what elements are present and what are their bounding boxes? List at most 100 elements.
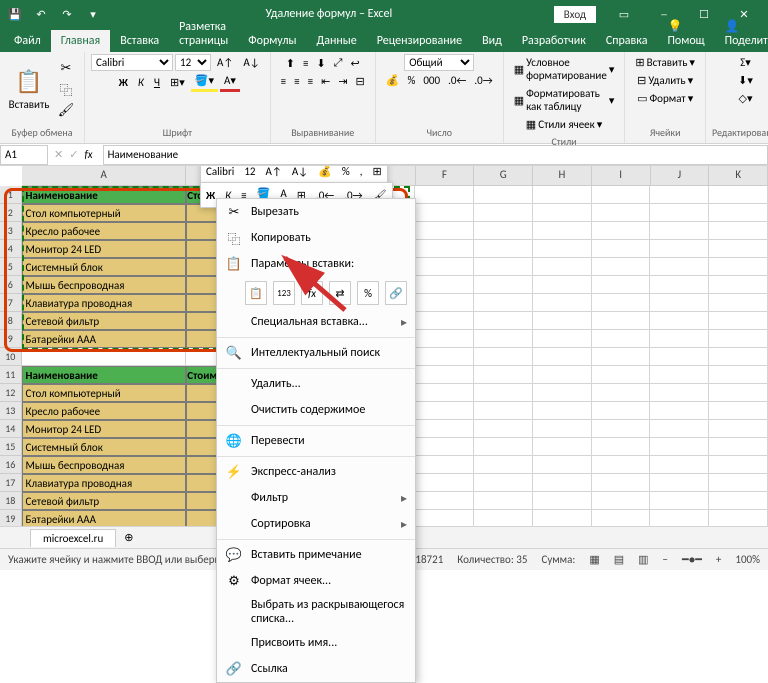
- format-table-button[interactable]: ▦ Форматировать как таблицу ▾: [510, 85, 619, 115]
- cell[interactable]: [415, 186, 474, 204]
- cell[interactable]: [709, 438, 768, 456]
- row-header[interactable]: 5: [0, 258, 22, 276]
- cell[interactable]: [592, 258, 651, 276]
- cell[interactable]: [709, 294, 768, 312]
- comma-icon[interactable]: 000: [419, 72, 444, 89]
- align-center-icon[interactable]: ≡: [290, 73, 303, 90]
- qat-dropdown-icon[interactable]: ▾: [82, 3, 104, 25]
- format-cells-button[interactable]: ▭ Формат ▾: [633, 90, 697, 107]
- tab-review[interactable]: Рецензирование: [367, 30, 472, 52]
- cell[interactable]: [592, 204, 651, 222]
- cell[interactable]: Системный блок: [22, 258, 186, 276]
- cell[interactable]: [592, 186, 651, 204]
- cell[interactable]: [474, 240, 533, 258]
- cell[interactable]: [709, 474, 768, 492]
- new-sheet-icon[interactable]: ⊕: [116, 531, 141, 544]
- cell[interactable]: [533, 294, 592, 312]
- paste-values-button[interactable]: 123: [273, 281, 295, 305]
- col-header[interactable]: A: [22, 166, 186, 185]
- row-header[interactable]: 12: [0, 384, 22, 402]
- row-header[interactable]: 7: [0, 294, 22, 312]
- row-header[interactable]: 6: [0, 276, 22, 294]
- ctx-copy[interactable]: ⿻Копировать: [217, 225, 415, 251]
- cut-button[interactable]: ✂: [54, 58, 78, 78]
- cell[interactable]: Кресло рабочее: [22, 222, 186, 240]
- cond-format-button[interactable]: ▦ Условное форматирование ▾: [510, 54, 619, 84]
- row-header[interactable]: 4: [0, 240, 22, 258]
- cell[interactable]: [592, 348, 651, 366]
- ctx-paste-special[interactable]: Специальная вставка...▸: [217, 309, 415, 335]
- fx-cancel-icon[interactable]: ✕: [48, 148, 69, 161]
- paste-transpose-button[interactable]: ⇄: [329, 281, 351, 305]
- cell[interactable]: [650, 330, 709, 348]
- tab-view[interactable]: Вид: [472, 30, 512, 52]
- cell[interactable]: [533, 384, 592, 402]
- cell[interactable]: [474, 366, 533, 384]
- cell[interactable]: [592, 276, 651, 294]
- cell[interactable]: [592, 402, 651, 420]
- cell[interactable]: [650, 240, 709, 258]
- paste-button[interactable]: 📋 Вставить: [6, 55, 52, 123]
- undo-icon[interactable]: ↶: [30, 3, 52, 25]
- cell[interactable]: [650, 384, 709, 402]
- login-button[interactable]: Вход: [554, 6, 596, 23]
- grow-font-icon[interactable]: A↑: [213, 54, 237, 71]
- cell[interactable]: [650, 186, 709, 204]
- shrink-font-icon[interactable]: A↓: [239, 54, 263, 71]
- cell[interactable]: [592, 366, 651, 384]
- cell[interactable]: [533, 348, 592, 366]
- mt-currency-icon[interactable]: 💰: [315, 166, 335, 180]
- currency-icon[interactable]: 💰: [382, 72, 404, 89]
- cell[interactable]: [709, 384, 768, 402]
- cell[interactable]: [474, 294, 533, 312]
- cell[interactable]: [592, 420, 651, 438]
- cell[interactable]: [474, 474, 533, 492]
- row-header[interactable]: 8: [0, 312, 22, 330]
- col-header[interactable]: I: [592, 166, 651, 185]
- cell[interactable]: Наименование: [22, 366, 186, 384]
- cell[interactable]: Стол компьютерный: [22, 204, 186, 222]
- row-header[interactable]: 3: [0, 222, 22, 240]
- cell[interactable]: Монитор 24 LED: [22, 240, 186, 258]
- row-header[interactable]: 14: [0, 420, 22, 438]
- cell[interactable]: [415, 330, 474, 348]
- cell[interactable]: [650, 276, 709, 294]
- cell[interactable]: [650, 204, 709, 222]
- delete-cells-button[interactable]: ⊟ Удалить ▾: [633, 72, 697, 89]
- align-right-icon[interactable]: ≡: [304, 73, 317, 90]
- cell[interactable]: [533, 438, 592, 456]
- col-header[interactable]: G: [474, 166, 533, 185]
- name-box[interactable]: A1: [0, 145, 48, 165]
- tab-file[interactable]: Файл: [4, 30, 51, 52]
- dec-decimal-icon[interactable]: .0→: [470, 72, 496, 89]
- cell[interactable]: Мышь беспроводная: [22, 276, 186, 294]
- cell[interactable]: [709, 240, 768, 258]
- cell[interactable]: [709, 258, 768, 276]
- indent-inc-icon[interactable]: ⇥: [334, 73, 351, 90]
- cell[interactable]: [415, 384, 474, 402]
- cell[interactable]: [415, 258, 474, 276]
- tab-developer[interactable]: Разработчик: [512, 30, 596, 52]
- cell[interactable]: [415, 474, 474, 492]
- cell[interactable]: [650, 474, 709, 492]
- percent-icon[interactable]: %: [403, 72, 419, 89]
- row-header[interactable]: 11: [0, 366, 22, 384]
- cell[interactable]: [709, 492, 768, 510]
- cell[interactable]: [592, 240, 651, 258]
- col-header[interactable]: J: [651, 166, 710, 185]
- cell[interactable]: [709, 330, 768, 348]
- cell[interactable]: [533, 222, 592, 240]
- cell[interactable]: [415, 276, 474, 294]
- share-button[interactable]: 👤 Поделиться: [715, 15, 768, 52]
- row-header[interactable]: 16: [0, 456, 22, 474]
- save-icon[interactable]: 💾: [4, 3, 26, 25]
- cell[interactable]: Клавиатура проводная: [22, 474, 186, 492]
- zoom-out-icon[interactable]: −: [663, 553, 668, 566]
- cell[interactable]: [709, 222, 768, 240]
- cell[interactable]: [474, 222, 533, 240]
- tell-me[interactable]: 💡 Помощ: [657, 15, 714, 52]
- font-name-select[interactable]: Calibri: [91, 54, 173, 71]
- ctx-delete[interactable]: Удалить...: [217, 371, 415, 397]
- cell[interactable]: [709, 312, 768, 330]
- cell[interactable]: [415, 204, 474, 222]
